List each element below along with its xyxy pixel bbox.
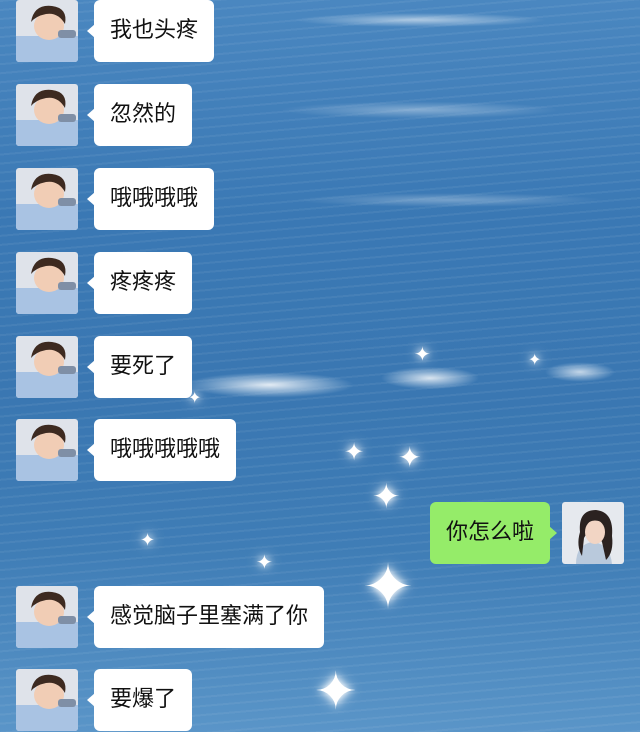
boy-avatar-icon: [16, 84, 78, 146]
message-row: 感觉脑子里塞满了你: [0, 586, 640, 648]
boy-avatar-icon: [16, 586, 78, 648]
message-row: 疼疼疼: [0, 252, 640, 314]
boy-avatar-icon: [16, 0, 78, 62]
message-row: 忽然的: [0, 84, 640, 146]
boy-avatar-icon: [16, 336, 78, 398]
message-bubble-incoming[interactable]: 哦哦哦哦: [86, 168, 215, 230]
boy-avatar-icon: [16, 168, 78, 230]
contact-avatar[interactable]: [16, 84, 78, 146]
message-bubble-incoming[interactable]: 疼疼疼: [86, 252, 193, 314]
contact-avatar[interactable]: [16, 336, 78, 398]
my-avatar[interactable]: [562, 502, 624, 564]
message-row: 哦哦哦哦哦: [0, 419, 640, 481]
message-bubble-incoming[interactable]: 忽然的: [86, 84, 193, 146]
message-bubble-incoming[interactable]: 感觉脑子里塞满了你: [86, 586, 325, 648]
contact-avatar[interactable]: [16, 252, 78, 314]
girl-avatar-icon: [562, 502, 624, 564]
message-bubble-incoming[interactable]: 要死了: [86, 336, 193, 398]
boy-avatar-icon: [16, 669, 78, 731]
contact-avatar[interactable]: [16, 0, 78, 62]
contact-avatar[interactable]: [16, 168, 78, 230]
boy-avatar-icon: [16, 252, 78, 314]
message-row: 要死了: [0, 336, 640, 398]
message-bubble-outgoing[interactable]: 你怎么啦: [429, 502, 558, 564]
contact-avatar[interactable]: [16, 419, 78, 481]
message-row: 你怎么啦: [0, 502, 640, 564]
message-row: 要爆了: [0, 669, 640, 731]
boy-avatar-icon: [16, 419, 78, 481]
message-bubble-incoming[interactable]: 要爆了: [86, 669, 193, 731]
message-row: 哦哦哦哦: [0, 168, 640, 230]
message-bubble-incoming[interactable]: 我也头疼: [86, 0, 215, 62]
message-row: 我也头疼: [0, 0, 640, 62]
message-bubble-incoming[interactable]: 哦哦哦哦哦: [86, 419, 237, 481]
contact-avatar[interactable]: [16, 586, 78, 648]
contact-avatar[interactable]: [16, 669, 78, 731]
